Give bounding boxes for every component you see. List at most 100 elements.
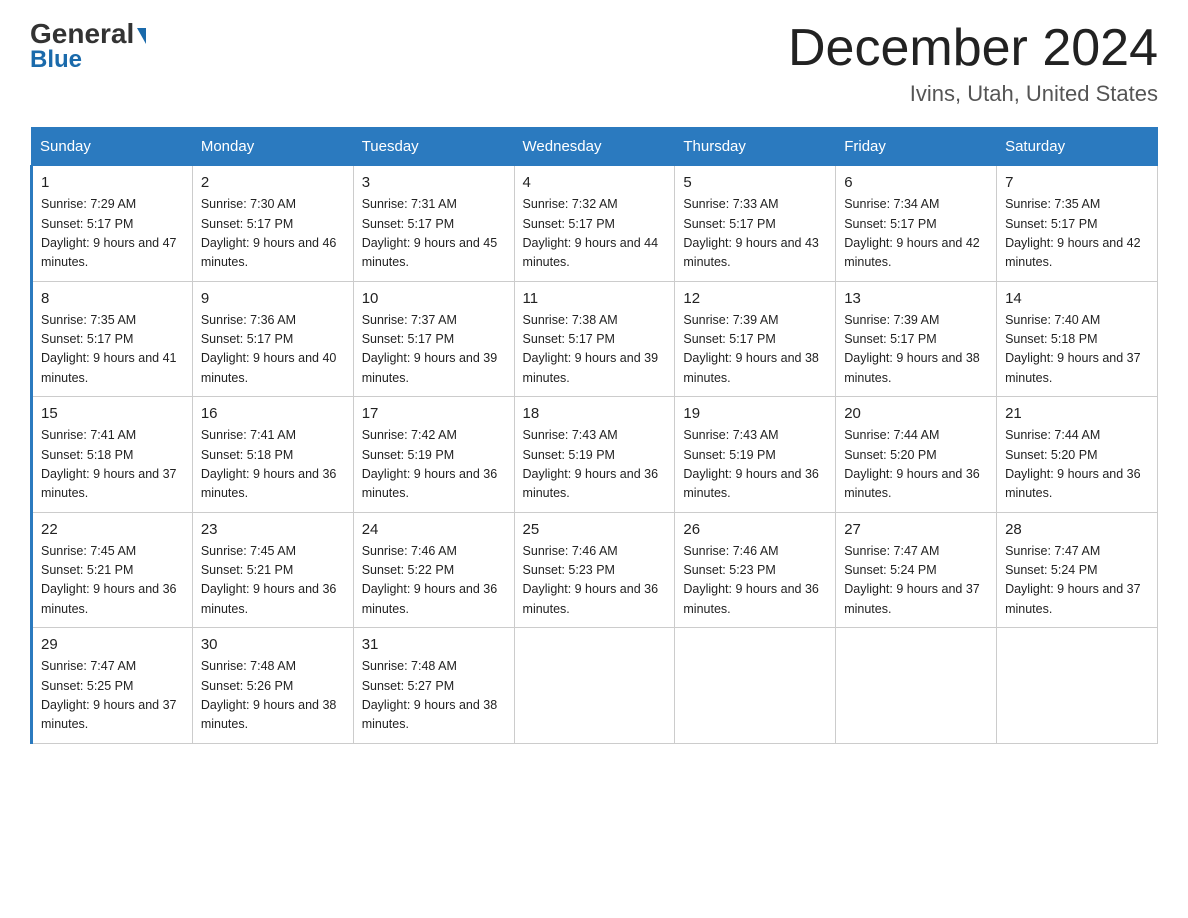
table-row: 9 Sunrise: 7:36 AMSunset: 5:17 PMDaylight… — [192, 281, 353, 397]
table-row: 21 Sunrise: 7:44 AMSunset: 5:20 PMDayligh… — [997, 397, 1158, 513]
calendar-header-row: SundayMondayTuesdayWednesdayThursdayFrid… — [32, 128, 1158, 166]
day-info: Sunrise: 7:46 AMSunset: 5:23 PMDaylight:… — [683, 542, 827, 620]
header-tuesday: Tuesday — [353, 128, 514, 166]
table-row — [514, 628, 675, 744]
table-row: 3 Sunrise: 7:31 AMSunset: 5:17 PMDaylight… — [353, 166, 514, 282]
day-number: 19 — [683, 405, 827, 422]
day-number: 31 — [362, 636, 506, 653]
page-header: General Blue December 2024 Ivins, Utah, … — [30, 20, 1158, 107]
table-row: 31 Sunrise: 7:48 AMSunset: 5:27 PMDayligh… — [353, 628, 514, 744]
day-info: Sunrise: 7:39 AMSunset: 5:17 PMDaylight:… — [844, 311, 988, 389]
day-number: 9 — [201, 290, 345, 307]
day-number: 30 — [201, 636, 345, 653]
logo-blue-text: Blue — [30, 48, 146, 72]
day-info: Sunrise: 7:44 AMSunset: 5:20 PMDaylight:… — [844, 426, 988, 504]
table-row: 26 Sunrise: 7:46 AMSunset: 5:23 PMDayligh… — [675, 512, 836, 628]
table-row: 24Sunrise: 7:46 AMSunset: 5:22 PMDayligh… — [353, 512, 514, 628]
table-row: 29Sunrise: 7:47 AMSunset: 5:25 PMDayligh… — [32, 628, 193, 744]
day-number: 25 — [523, 521, 667, 538]
header-thursday: Thursday — [675, 128, 836, 166]
day-number: 28 — [1005, 521, 1149, 538]
table-row: 23Sunrise: 7:45 AMSunset: 5:21 PMDayligh… — [192, 512, 353, 628]
day-info: Sunrise: 7:34 AMSunset: 5:17 PMDaylight:… — [844, 195, 988, 273]
table-row: 6Sunrise: 7:34 AMSunset: 5:17 PMDaylight… — [836, 166, 997, 282]
table-row: 19 Sunrise: 7:43 AMSunset: 5:19 PMDayligh… — [675, 397, 836, 513]
table-row: 13 Sunrise: 7:39 AMSunset: 5:17 PMDayligh… — [836, 281, 997, 397]
table-row — [997, 628, 1158, 744]
day-number: 10 — [362, 290, 506, 307]
header-saturday: Saturday — [997, 128, 1158, 166]
day-number: 22 — [41, 521, 184, 538]
table-row: 22 Sunrise: 7:45 AMSunset: 5:21 PMDayligh… — [32, 512, 193, 628]
header-friday: Friday — [836, 128, 997, 166]
table-row: 25Sunrise: 7:46 AMSunset: 5:23 PMDayligh… — [514, 512, 675, 628]
table-row: 17 Sunrise: 7:42 AMSunset: 5:19 PMDayligh… — [353, 397, 514, 513]
day-number: 11 — [523, 290, 667, 307]
day-number: 16 — [201, 405, 345, 422]
calendar-title: December 2024 — [788, 20, 1158, 77]
day-info: Sunrise: 7:37 AMSunset: 5:17 PMDaylight:… — [362, 311, 506, 389]
table-row: 20 Sunrise: 7:44 AMSunset: 5:20 PMDayligh… — [836, 397, 997, 513]
day-number: 18 — [523, 405, 667, 422]
calendar-week-1: 1 Sunrise: 7:29 AMSunset: 5:17 PMDaylight… — [32, 166, 1158, 282]
table-row: 8Sunrise: 7:35 AMSunset: 5:17 PMDaylight… — [32, 281, 193, 397]
table-row — [836, 628, 997, 744]
calendar-table: SundayMondayTuesdayWednesdayThursdayFrid… — [30, 127, 1158, 744]
table-row: 12 Sunrise: 7:39 AMSunset: 5:17 PMDayligh… — [675, 281, 836, 397]
day-info: Sunrise: 7:32 AMSunset: 5:17 PMDaylight:… — [523, 195, 667, 273]
table-row: 11 Sunrise: 7:38 AMSunset: 5:17 PMDayligh… — [514, 281, 675, 397]
table-row: 18Sunrise: 7:43 AMSunset: 5:19 PMDayligh… — [514, 397, 675, 513]
day-info: Sunrise: 7:38 AMSunset: 5:17 PMDaylight:… — [523, 311, 667, 389]
day-number: 7 — [1005, 174, 1149, 191]
table-row: 10 Sunrise: 7:37 AMSunset: 5:17 PMDayligh… — [353, 281, 514, 397]
day-info: Sunrise: 7:45 AMSunset: 5:21 PMDaylight:… — [201, 542, 345, 620]
day-number: 12 — [683, 290, 827, 307]
day-info: Sunrise: 7:42 AMSunset: 5:19 PMDaylight:… — [362, 426, 506, 504]
day-info: Sunrise: 7:43 AMSunset: 5:19 PMDaylight:… — [683, 426, 827, 504]
day-info: Sunrise: 7:35 AMSunset: 5:17 PMDaylight:… — [41, 311, 184, 389]
day-number: 13 — [844, 290, 988, 307]
day-info: Sunrise: 7:31 AMSunset: 5:17 PMDaylight:… — [362, 195, 506, 273]
day-info: Sunrise: 7:35 AMSunset: 5:17 PMDaylight:… — [1005, 195, 1149, 273]
day-info: Sunrise: 7:30 AMSunset: 5:17 PMDaylight:… — [201, 195, 345, 273]
day-info: Sunrise: 7:39 AMSunset: 5:17 PMDaylight:… — [683, 311, 827, 389]
day-info: Sunrise: 7:36 AMSunset: 5:17 PMDaylight:… — [201, 311, 345, 389]
day-number: 24 — [362, 521, 506, 538]
table-row: 27Sunrise: 7:47 AMSunset: 5:24 PMDayligh… — [836, 512, 997, 628]
day-number: 21 — [1005, 405, 1149, 422]
logo-arrow-icon — [137, 28, 146, 44]
calendar-week-2: 8Sunrise: 7:35 AMSunset: 5:17 PMDaylight… — [32, 281, 1158, 397]
day-info: Sunrise: 7:48 AMSunset: 5:27 PMDaylight:… — [362, 657, 506, 735]
table-row: 30Sunrise: 7:48 AMSunset: 5:26 PMDayligh… — [192, 628, 353, 744]
table-row: 28 Sunrise: 7:47 AMSunset: 5:24 PMDayligh… — [997, 512, 1158, 628]
header-wednesday: Wednesday — [514, 128, 675, 166]
table-row: 5Sunrise: 7:33 AMSunset: 5:17 PMDaylight… — [675, 166, 836, 282]
day-info: Sunrise: 7:47 AMSunset: 5:24 PMDaylight:… — [1005, 542, 1149, 620]
day-info: Sunrise: 7:29 AMSunset: 5:17 PMDaylight:… — [41, 195, 184, 273]
day-number: 1 — [41, 174, 184, 191]
day-info: Sunrise: 7:41 AMSunset: 5:18 PMDaylight:… — [41, 426, 184, 504]
day-info: Sunrise: 7:44 AMSunset: 5:20 PMDaylight:… — [1005, 426, 1149, 504]
day-number: 20 — [844, 405, 988, 422]
calendar-week-3: 15 Sunrise: 7:41 AMSunset: 5:18 PMDayligh… — [32, 397, 1158, 513]
day-number: 4 — [523, 174, 667, 191]
day-number: 26 — [683, 521, 827, 538]
day-number: 15 — [41, 405, 184, 422]
table-row: 4 Sunrise: 7:32 AMSunset: 5:17 PMDaylight… — [514, 166, 675, 282]
day-info: Sunrise: 7:33 AMSunset: 5:17 PMDaylight:… — [683, 195, 827, 273]
calendar-week-4: 22 Sunrise: 7:45 AMSunset: 5:21 PMDayligh… — [32, 512, 1158, 628]
day-number: 2 — [201, 174, 345, 191]
header-sunday: Sunday — [32, 128, 193, 166]
day-number: 3 — [362, 174, 506, 191]
calendar-week-5: 29Sunrise: 7:47 AMSunset: 5:25 PMDayligh… — [32, 628, 1158, 744]
table-row: 1 Sunrise: 7:29 AMSunset: 5:17 PMDaylight… — [32, 166, 193, 282]
table-row: 2 Sunrise: 7:30 AMSunset: 5:17 PMDaylight… — [192, 166, 353, 282]
day-info: Sunrise: 7:47 AMSunset: 5:24 PMDaylight:… — [844, 542, 988, 620]
table-row: 7 Sunrise: 7:35 AMSunset: 5:17 PMDaylight… — [997, 166, 1158, 282]
title-section: December 2024 Ivins, Utah, United States — [788, 20, 1158, 107]
logo-general-text: General — [30, 20, 134, 48]
day-info: Sunrise: 7:45 AMSunset: 5:21 PMDaylight:… — [41, 542, 184, 620]
day-number: 29 — [41, 636, 184, 653]
day-number: 17 — [362, 405, 506, 422]
header-monday: Monday — [192, 128, 353, 166]
